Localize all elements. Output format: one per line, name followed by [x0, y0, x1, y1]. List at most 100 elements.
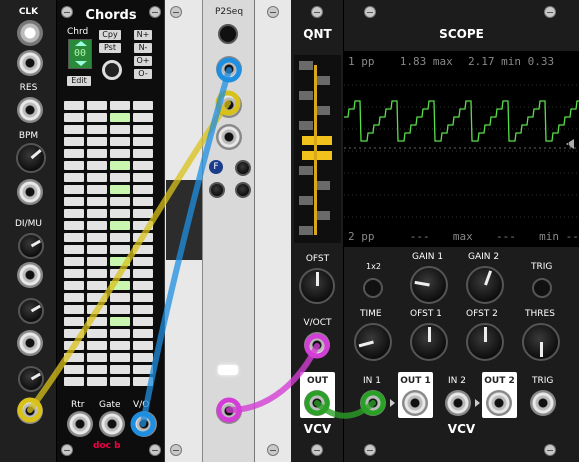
- grid-cell[interactable]: [133, 293, 153, 302]
- clk-jack[interactable]: [17, 50, 43, 76]
- ofst1-knob[interactable]: [410, 323, 448, 361]
- grid-cell[interactable]: [64, 149, 84, 158]
- grid-cell[interactable]: [133, 197, 153, 206]
- grid-cell[interactable]: [110, 137, 130, 146]
- grid-cell[interactable]: [87, 281, 107, 290]
- quantizer-key[interactable]: [316, 211, 330, 220]
- out2-jack[interactable]: [486, 390, 512, 416]
- grid-cell[interactable]: [64, 317, 84, 326]
- gain1-knob[interactable]: [410, 266, 448, 304]
- grid-cell[interactable]: [64, 377, 84, 386]
- clk-button[interactable]: [17, 20, 43, 46]
- grid-cell[interactable]: [64, 113, 84, 122]
- grid-cell[interactable]: [64, 185, 84, 194]
- p2seq-jack-2[interactable]: [216, 92, 242, 118]
- grid-cell[interactable]: [64, 125, 84, 134]
- vo-jack[interactable]: [131, 411, 157, 437]
- grid-cell[interactable]: [133, 329, 153, 338]
- bpm-jack[interactable]: [17, 179, 43, 205]
- quantizer-key[interactable]: [316, 106, 330, 115]
- bpm-knob[interactable]: [16, 143, 46, 173]
- res-jack[interactable]: [17, 97, 43, 123]
- grid-cell[interactable]: [133, 377, 153, 386]
- f-button[interactable]: F: [209, 160, 223, 174]
- grid-cell[interactable]: [87, 149, 107, 158]
- grid-cell[interactable]: [110, 353, 130, 362]
- grid-cell[interactable]: [87, 125, 107, 134]
- dimu-jack-1[interactable]: [17, 262, 43, 288]
- note-down-button[interactable]: N-: [134, 43, 152, 53]
- quantizer-key[interactable]: [316, 181, 330, 190]
- grid-cell[interactable]: [87, 245, 107, 254]
- grid-cell[interactable]: [64, 221, 84, 230]
- grid-cell[interactable]: [87, 113, 107, 122]
- grid-cell[interactable]: [64, 257, 84, 266]
- octave-up-button[interactable]: O+: [134, 56, 152, 66]
- grid-cell[interactable]: [87, 233, 107, 242]
- grid-cell[interactable]: [133, 317, 153, 326]
- grid-cell[interactable]: [110, 341, 130, 350]
- grid-cell[interactable]: [64, 329, 84, 338]
- grid-cell[interactable]: [110, 377, 130, 386]
- grid-cell[interactable]: [110, 125, 130, 134]
- scope-trig-jack[interactable]: [530, 390, 556, 416]
- grid-cell[interactable]: [64, 173, 84, 182]
- grid-cell[interactable]: [64, 341, 84, 350]
- grid-cell[interactable]: [87, 185, 107, 194]
- edit-button[interactable]: Edit: [67, 76, 91, 86]
- grid-cell[interactable]: [133, 101, 153, 110]
- thres-knob[interactable]: [522, 323, 560, 361]
- grid-cell[interactable]: [64, 137, 84, 146]
- out1-jack[interactable]: [402, 390, 428, 416]
- p2seq-jack-3[interactable]: [216, 124, 242, 150]
- x2-button[interactable]: [363, 278, 383, 298]
- grid-cell[interactable]: [64, 365, 84, 374]
- grid-cell[interactable]: [110, 317, 130, 326]
- p2seq-jack-1[interactable]: [216, 56, 242, 82]
- note-up-button[interactable]: N+: [134, 30, 152, 40]
- grid-cell[interactable]: [64, 245, 84, 254]
- grid-cell[interactable]: [133, 221, 153, 230]
- grid-cell[interactable]: [133, 185, 153, 194]
- grid-cell[interactable]: [110, 197, 130, 206]
- grid-cell[interactable]: [133, 281, 153, 290]
- grid-cell[interactable]: [87, 353, 107, 362]
- grid-cell[interactable]: [133, 233, 153, 242]
- grid-cell[interactable]: [87, 341, 107, 350]
- grid-cell[interactable]: [87, 377, 107, 386]
- p2seq-output-jack[interactable]: [216, 398, 242, 424]
- octave-down-button[interactable]: O-: [134, 69, 152, 79]
- grid-cell[interactable]: [87, 257, 107, 266]
- quantizer-key[interactable]: [299, 196, 313, 205]
- grid-cell[interactable]: [133, 173, 153, 182]
- grid-cell[interactable]: [87, 293, 107, 302]
- grid-cell[interactable]: [133, 137, 153, 146]
- chord-down-arrow[interactable]: [75, 61, 87, 66]
- chords-knob[interactable]: [102, 60, 122, 80]
- ofst2-knob[interactable]: [466, 323, 504, 361]
- quantizer-key[interactable]: [302, 151, 332, 160]
- quantizer-key[interactable]: [299, 61, 313, 70]
- quantizer-key[interactable]: [299, 166, 313, 175]
- grid-cell[interactable]: [64, 269, 84, 278]
- p2seq-knob-2[interactable]: [209, 182, 225, 198]
- scope-display[interactable]: 1 1 pp 1.83 max 2.17 min 0.33 2 pp --- m…: [344, 51, 579, 247]
- qnt-offset-knob[interactable]: [299, 268, 335, 304]
- grid-cell[interactable]: [87, 137, 107, 146]
- rtr-jack[interactable]: [67, 411, 93, 437]
- grid-cell[interactable]: [87, 269, 107, 278]
- p2seq-button[interactable]: [218, 24, 238, 44]
- grid-cell[interactable]: [87, 161, 107, 170]
- grid-cell[interactable]: [110, 257, 130, 266]
- in1-jack[interactable]: [360, 390, 386, 416]
- quantizer-key[interactable]: [299, 91, 313, 100]
- grid-cell[interactable]: [64, 305, 84, 314]
- grid-cell[interactable]: [133, 149, 153, 158]
- grid-cell[interactable]: [64, 209, 84, 218]
- in2-jack[interactable]: [445, 390, 471, 416]
- grid-cell[interactable]: [133, 365, 153, 374]
- grid-cell[interactable]: [64, 233, 84, 242]
- time-knob[interactable]: [354, 323, 392, 361]
- chord-display[interactable]: 00: [68, 39, 92, 69]
- gain2-knob[interactable]: [466, 266, 504, 304]
